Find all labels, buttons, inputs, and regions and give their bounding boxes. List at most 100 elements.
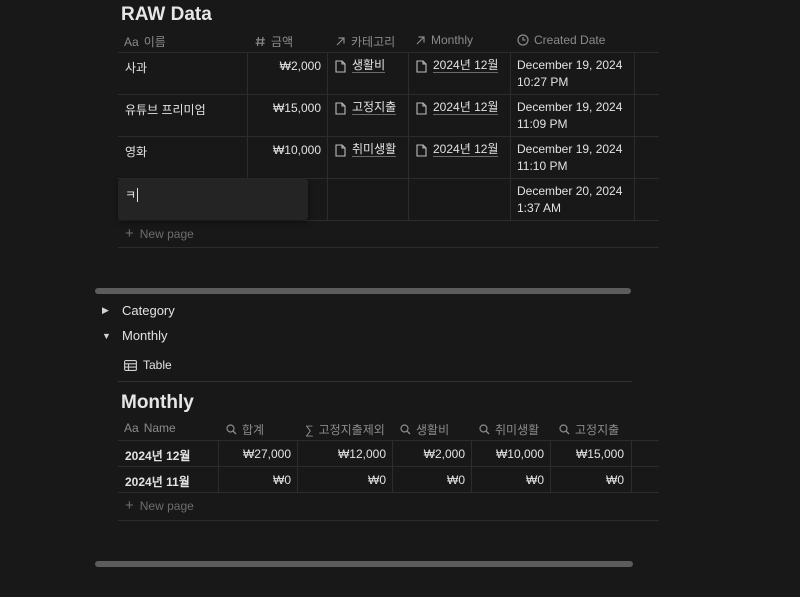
cell-name[interactable]: 사과: [125, 59, 147, 76]
table-row[interactable]: 2024년 11월 ₩0 ₩0 ₩0 ₩0 ₩0: [118, 467, 659, 492]
sigma-icon: ∑: [305, 422, 314, 437]
cell-name-editor[interactable]: ㅋ: [118, 179, 308, 220]
new-page-label: New page: [139, 499, 194, 513]
search-icon: [479, 424, 490, 435]
plus-icon: +: [125, 497, 134, 514]
cell-amount[interactable]: ₩2,000: [253, 59, 321, 73]
col-header-living-label: 생활비: [416, 423, 450, 437]
col-header-created-label: Created Date: [534, 33, 606, 47]
created-date-time: 1:37 AM: [517, 201, 562, 215]
view-tab-label: Table: [143, 358, 172, 372]
raw-data-title: RAW Data: [121, 4, 212, 25]
cell-amount[interactable]: ₩15,000: [253, 101, 321, 115]
cell-living: ₩0: [447, 473, 465, 487]
cell-monthly-relation[interactable]: 2024년 12월: [416, 143, 499, 157]
table-row[interactable]: ㅋ December 20, 2024 1:37 AM: [118, 179, 659, 220]
cell-living: ₩2,000: [423, 447, 465, 461]
monthly-new-page-button[interactable]: + New page: [125, 497, 194, 514]
col-header-monthly-label: Monthly: [431, 33, 474, 47]
cell-fixed: ₩0: [606, 473, 624, 487]
created-date-day: December 20, 2024: [517, 184, 623, 198]
created-date-day: December 19, 2024: [517, 58, 623, 72]
raw-new-page-button[interactable]: + New page: [125, 225, 194, 242]
col-header-hobby-label: 취미생활: [495, 423, 540, 437]
table-icon: [124, 359, 137, 371]
toggle-category-label: Category: [122, 303, 175, 318]
cell-hobby: ₩0: [526, 473, 544, 487]
relation-label[interactable]: 2024년 12월: [433, 143, 499, 157]
cell-total: ₩27,000: [242, 447, 291, 461]
number-icon: [255, 36, 265, 47]
cell-monthly-relation[interactable]: 2024년 12월: [416, 59, 499, 73]
table-row[interactable]: 유튜브 프리미엄 ₩15,000 고정지출 2024년 12월 December…: [118, 95, 659, 136]
cell-category-relation[interactable]: 취미생활: [335, 143, 397, 157]
table-row[interactable]: 사과 ₩2,000 생활비 2024년 12월 December 19, 202…: [118, 53, 659, 94]
page-icon: [335, 59, 346, 73]
cell-monthly-relation[interactable]: 2024년 12월: [416, 101, 499, 115]
relation-label[interactable]: 2024년 12월: [433, 59, 499, 73]
cell-hobby: ₩10,000: [495, 447, 544, 461]
cell-name-editing-text: ㅋ: [125, 186, 139, 203]
triangle-down-icon[interactable]: ▼: [102, 331, 112, 341]
cell-name[interactable]: 2024년 11월: [125, 473, 190, 490]
col-header-excl-fixed-label: 고정지출제외: [318, 423, 385, 437]
cell-name[interactable]: 영화: [125, 143, 147, 160]
text-cursor: [137, 187, 139, 202]
horizontal-scrollbar[interactable]: [95, 561, 633, 567]
col-header-hobby[interactable]: 취미생활: [479, 421, 539, 438]
triangle-right-icon[interactable]: ▶: [102, 305, 112, 316]
created-date-time: 11:09 PM: [517, 117, 568, 131]
cell-amount[interactable]: ₩10,000: [253, 143, 321, 157]
created-date-day: December 19, 2024: [517, 142, 623, 156]
page-icon: [335, 143, 346, 157]
cell-category-relation[interactable]: 생활비: [335, 59, 386, 73]
relation-label[interactable]: 취미생활: [352, 143, 397, 157]
created-date-time: 10:27 PM: [517, 75, 569, 89]
cell-excl-fixed: ₩12,000: [337, 447, 386, 461]
relation-label[interactable]: 고정지출: [352, 101, 397, 115]
table-row[interactable]: 영화 ₩10,000 취미생활 2024년 12월 December 19, 2…: [118, 137, 659, 178]
toggle-category[interactable]: ▶ Category: [102, 303, 175, 318]
cell-name[interactable]: ㅋ: [125, 186, 136, 203]
col-header-fixed[interactable]: 고정지출: [559, 421, 619, 438]
cell-name[interactable]: 2024년 12월: [125, 447, 190, 464]
text-type-icon: Aa: [124, 34, 139, 49]
col-header-created[interactable]: Created Date: [517, 33, 605, 47]
relation-arrow-icon: [416, 35, 425, 44]
cell-created-date: December 19, 2024 10:27 PM: [517, 57, 622, 91]
page-icon: [335, 101, 346, 115]
col-header-total[interactable]: 합계: [226, 421, 264, 438]
horizontal-scrollbar[interactable]: [95, 288, 631, 294]
relation-label[interactable]: 생활비: [352, 59, 386, 73]
col-header-amount[interactable]: 금액: [255, 33, 293, 50]
col-header-amount-label: 금액: [271, 35, 294, 49]
search-icon: [559, 424, 570, 435]
plus-icon: +: [125, 225, 134, 242]
col-header-category[interactable]: 카테고리: [335, 33, 395, 50]
created-date-day: December 19, 2024: [517, 100, 623, 114]
cell-fixed: ₩15,000: [575, 447, 624, 461]
page-icon: [416, 101, 427, 115]
col-header-name[interactable]: Aa 이름: [124, 33, 166, 50]
text-type-icon: Aa: [124, 421, 139, 435]
relation-arrow-icon: [336, 37, 345, 46]
view-tab-table[interactable]: Table: [124, 358, 172, 372]
created-date-time: 11:10 PM: [517, 159, 568, 173]
col-header-total-label: 합계: [242, 423, 265, 437]
col-header-name[interactable]: Aa Name: [124, 421, 176, 435]
cell-created-date: December 19, 2024 11:10 PM: [517, 141, 622, 175]
clock-icon: [517, 34, 529, 46]
relation-label[interactable]: 2024년 12월: [433, 101, 499, 115]
page-icon: [416, 59, 427, 73]
cell-created-date: December 19, 2024 11:09 PM: [517, 99, 622, 133]
cell-name[interactable]: 유튜브 프리미엄: [125, 101, 206, 118]
col-header-living[interactable]: 생활비: [400, 421, 449, 438]
col-header-fixed-label: 고정지출: [575, 423, 620, 437]
table-row[interactable]: 2024년 12월 ₩27,000 ₩12,000 ₩2,000 ₩10,000…: [118, 441, 659, 466]
toggle-monthly[interactable]: ▼ Monthly: [102, 328, 168, 343]
col-header-excl-fixed[interactable]: ∑ 고정지출제외: [305, 421, 385, 438]
col-header-monthly[interactable]: Monthly: [415, 33, 473, 47]
cell-category-relation[interactable]: 고정지출: [335, 101, 397, 115]
cell-created-date: December 20, 2024 1:37 AM: [517, 183, 622, 217]
col-header-name-label: Name: [143, 421, 176, 435]
